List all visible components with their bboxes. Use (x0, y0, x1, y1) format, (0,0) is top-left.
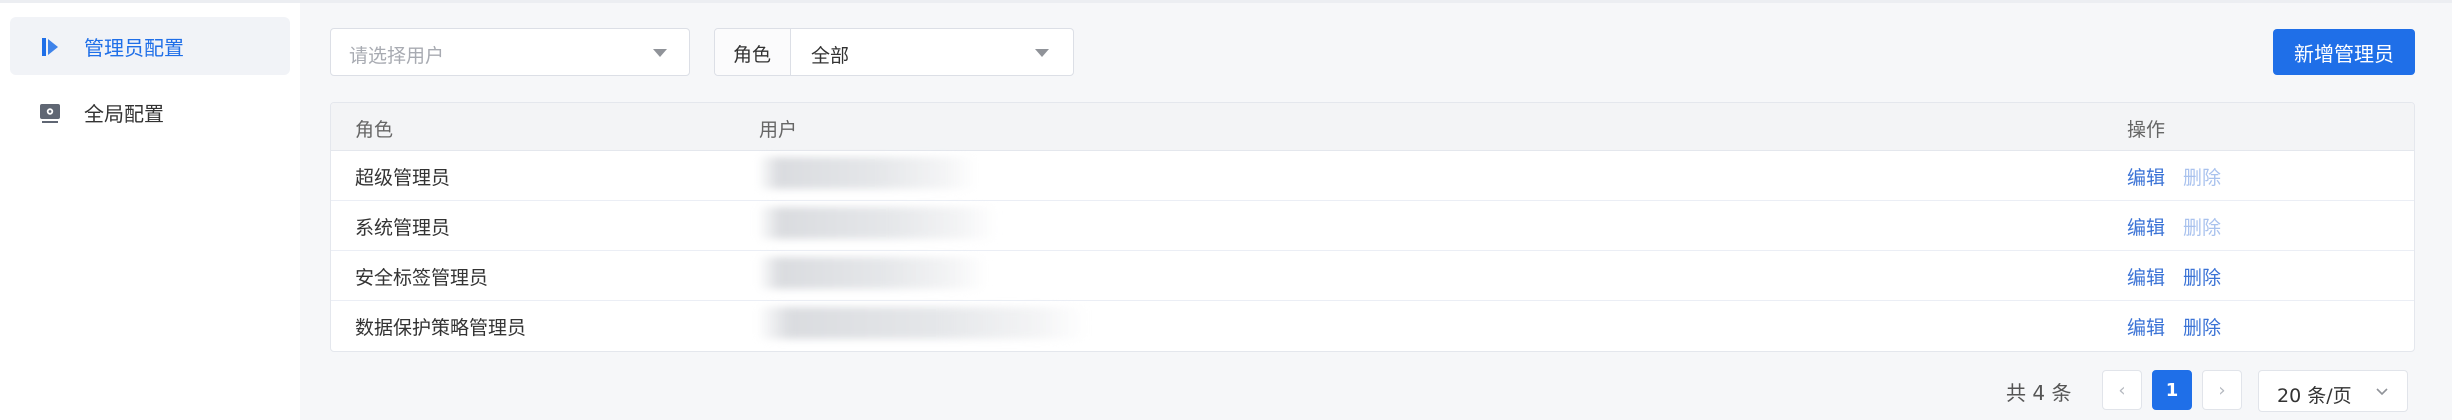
chevron-right-icon: › (2218, 379, 2226, 401)
prev-page-button[interactable]: ‹ (2102, 370, 2142, 410)
user-select-placeholder: 请选择用户 (349, 45, 445, 67)
redacted-user-cell (757, 257, 987, 289)
column-header-user: 用户 (759, 119, 798, 141)
role-select-prefix: 角色 (715, 29, 791, 75)
sidebar-item-label: 全局配置 (84, 101, 164, 126)
delete-link[interactable]: 删除 (2183, 313, 2221, 340)
role-select[interactable]: 角色 全部 (714, 28, 1074, 76)
redacted-user-cell (757, 207, 997, 239)
table-row: 系统管理员 编辑 删除 (331, 201, 2414, 251)
edit-link[interactable]: 编辑 (2127, 213, 2165, 240)
redacted-user-cell (757, 307, 1087, 339)
caret-down-icon (653, 49, 667, 57)
role-select-label: 角色 (733, 44, 772, 66)
sidebar-item-admin-config[interactable]: 管理员配置 (10, 17, 290, 75)
admin-config-icon (42, 38, 58, 56)
page-size-value: 20 条/页 (2277, 385, 2352, 407)
delete-link[interactable]: 删除 (2183, 263, 2221, 290)
column-header-role: 角色 (355, 119, 394, 141)
role-cell: 安全标签管理员 (355, 267, 489, 289)
admin-table: 角色 用户 操作 超级管理员 编辑 删除 系统管理员 编辑 删除 安全标签管理员… (330, 102, 2415, 352)
table-header: 角色 用户 操作 (331, 103, 2414, 151)
add-admin-button[interactable]: 新增管理员 (2273, 29, 2415, 75)
delete-link[interactable]: 删除 (2183, 163, 2221, 190)
page-number-button[interactable]: 1 (2152, 370, 2192, 410)
user-select[interactable]: 请选择用户 (330, 28, 690, 76)
table-row: 安全标签管理员 编辑 删除 (331, 251, 2414, 301)
caret-down-icon (1035, 49, 1049, 57)
role-cell: 超级管理员 (355, 167, 451, 189)
sidebar-item-label: 管理员配置 (84, 35, 184, 60)
column-header-ops: 操作 (2127, 119, 2166, 141)
sidebar-item-global-config[interactable]: 全局配置 (10, 83, 290, 141)
chevron-left-icon: ‹ (2118, 379, 2126, 401)
sidebar: 管理员配置 全局配置 (0, 3, 300, 420)
edit-link[interactable]: 编辑 (2127, 313, 2165, 340)
role-cell: 数据保护策略管理员 (355, 317, 527, 339)
redacted-user-cell (757, 157, 977, 189)
chevron-down-icon (2376, 388, 2388, 396)
global-config-icon (40, 104, 60, 123)
table-row: 超级管理员 编辑 删除 (331, 151, 2414, 201)
table-row: 数据保护策略管理员 编辑 删除 (331, 301, 2414, 351)
edit-link[interactable]: 编辑 (2127, 263, 2165, 290)
edit-link[interactable]: 编辑 (2127, 163, 2165, 190)
page-size-select[interactable]: 20 条/页 (2258, 370, 2408, 412)
role-cell: 系统管理员 (355, 217, 451, 239)
delete-link[interactable]: 删除 (2183, 213, 2221, 240)
pagination-total: 共 4 条 (2006, 381, 2072, 405)
main-panel: 请选择用户 角色 全部 新增管理员 角色 用户 操作 超级管理员 编辑 删除 系… (300, 3, 2452, 420)
next-page-button[interactable]: › (2202, 370, 2242, 410)
role-select-value: 全部 (811, 45, 850, 67)
